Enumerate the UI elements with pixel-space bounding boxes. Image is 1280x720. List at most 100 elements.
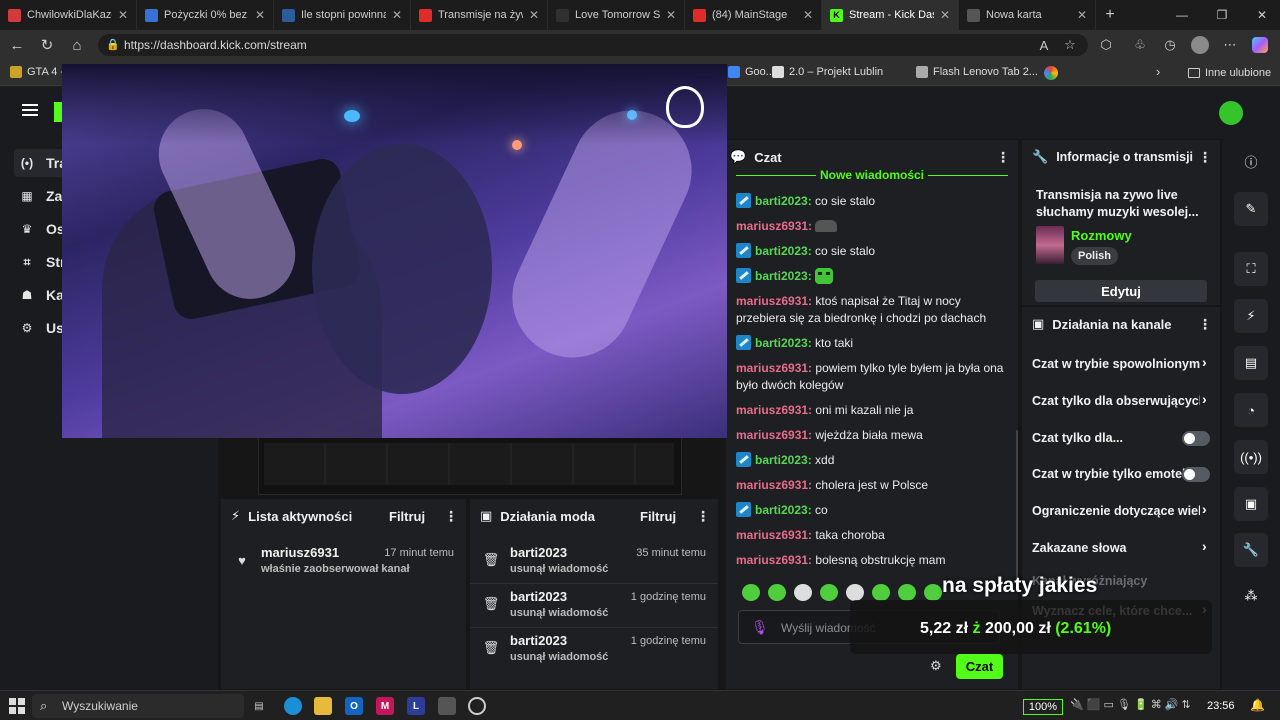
- url-field[interactable]: 🔒 https://dashboard.kick.com/stream: [98, 34, 1088, 56]
- windows-start-icon[interactable]: [8, 697, 26, 715]
- channel-action-item[interactable]: Czat tylko dla...: [1032, 431, 1200, 445]
- tray-icons[interactable]: 🔌 ⬛ ▭ 🎙 🔋 ⌘ 🔊 ⇅: [1070, 698, 1191, 711]
- chat-username[interactable]: barti2023: [755, 503, 808, 517]
- bookmark-item[interactable]: GTA 4 -: [10, 66, 64, 78]
- toggle-switch[interactable]: [1182, 431, 1210, 446]
- info-icon[interactable]: ⓘ: [1234, 144, 1268, 178]
- wrench-icon[interactable]: 🔧: [1234, 533, 1268, 567]
- outlook-icon[interactable]: O: [345, 697, 363, 715]
- mod-more-icon[interactable]: ⋮: [696, 508, 710, 525]
- chat-username[interactable]: barti2023: [755, 269, 808, 283]
- apps-icon[interactable]: ⁂: [1234, 579, 1268, 613]
- tab-close-icon[interactable]: ✕: [940, 8, 950, 22]
- bookmark-photos-icon[interactable]: [1044, 66, 1058, 80]
- bookmark-item[interactable]: Goo...: [728, 66, 775, 78]
- notification-icon[interactable]: 🔔: [1250, 698, 1265, 712]
- hamburger-menu-icon[interactable]: [22, 104, 38, 116]
- favorite-star-icon[interactable]: ☆: [1060, 35, 1080, 55]
- channel-action-item[interactable]: Zakazane słowa: [1032, 541, 1200, 555]
- copilot-icon[interactable]: [1250, 35, 1270, 55]
- chat-username[interactable]: barti2023: [755, 453, 808, 467]
- browser-tab[interactable]: Nowa karta ✕: [959, 0, 1096, 30]
- category-link[interactable]: Rozmowy: [1071, 228, 1132, 243]
- activity-filter-button[interactable]: Filtruj: [389, 509, 425, 524]
- browser-tab[interactable]: Ile stopni powinna mieć✕: [274, 0, 411, 30]
- activity-more-icon[interactable]: ⋮: [444, 508, 458, 525]
- browser-tab[interactable]: (84) MainStage ✕: [685, 0, 822, 30]
- chat-more-icon[interactable]: ⋮: [996, 149, 1010, 166]
- chat-username[interactable]: mariusz6931: [736, 219, 808, 233]
- chrome-like-icon[interactable]: [468, 697, 486, 715]
- edit-button[interactable]: Edytuj: [1035, 280, 1207, 302]
- browser-tab[interactable]: Love Tomorrow Sunrise✕: [548, 0, 685, 30]
- lightning-icon[interactable]: ⚡: [1234, 299, 1268, 333]
- history-icon[interactable]: ◷: [1160, 35, 1180, 55]
- chevron-right-icon[interactable]: ›: [1202, 501, 1207, 517]
- chevron-right-icon[interactable]: ›: [1202, 538, 1207, 554]
- microphone-icon[interactable]: 🎙: [751, 619, 769, 636]
- edge-icon[interactable]: [284, 697, 302, 715]
- chat-username[interactable]: mariusz6931: [736, 428, 808, 442]
- tab-close-icon[interactable]: ✕: [1077, 8, 1087, 22]
- task-view-icon[interactable]: ▤: [250, 697, 268, 715]
- chat-username[interactable]: mariusz6931: [736, 528, 808, 542]
- tab-close-icon[interactable]: ✕: [118, 8, 128, 22]
- channel-action-item[interactable]: Ograniczenie dotyczące wiel: [1032, 504, 1200, 518]
- bookmark-item[interactable]: Flash Lenovo Tab 2...: [916, 66, 1038, 78]
- info-more-icon[interactable]: ⋮: [1198, 149, 1212, 166]
- tab-close-icon[interactable]: ✕: [255, 8, 265, 22]
- close-window-icon[interactable]: ✕: [1242, 0, 1280, 30]
- chevron-right-icon[interactable]: ›: [1202, 354, 1207, 370]
- send-chat-button[interactable]: Czat: [956, 654, 1003, 679]
- tab-close-icon[interactable]: ✕: [392, 8, 402, 22]
- chat-username[interactable]: barti2023: [755, 194, 808, 208]
- browser-tab[interactable]: ChwilowkiDlaKazdego✕: [0, 0, 137, 30]
- home-icon[interactable]: ⌂: [62, 30, 92, 60]
- maximize-icon[interactable]: ❐: [1202, 0, 1242, 30]
- other-bookmarks[interactable]: Inne ulubione: [1188, 67, 1271, 79]
- chat-username[interactable]: mariusz6931: [736, 478, 808, 492]
- channel-action-item[interactable]: Czat w trybie spowolnionym: [1032, 357, 1200, 371]
- chat-username[interactable]: mariusz6931: [736, 294, 808, 308]
- taskbar-search[interactable]: ⌕ Wyszukiwanie: [32, 694, 244, 718]
- channel-more-icon[interactable]: ⋮: [1198, 316, 1212, 333]
- bookmarks-overflow-icon[interactable]: ›: [1156, 64, 1160, 79]
- read-aloud-icon[interactable]: A: [1034, 35, 1054, 55]
- tab-close-icon[interactable]: ✕: [529, 8, 539, 22]
- browser-tab[interactable]: KStream - Kick Dashboard✕: [822, 0, 959, 30]
- chat-scrollbar[interactable]: [1016, 430, 1018, 590]
- back-icon[interactable]: ←: [2, 30, 32, 60]
- profile-avatar-icon[interactable]: [1190, 35, 1210, 55]
- mod-filter-button[interactable]: Filtruj: [640, 509, 676, 524]
- chat-username[interactable]: mariusz6931: [736, 403, 808, 417]
- file-explorer-icon[interactable]: [314, 697, 332, 715]
- chat-username[interactable]: barti2023: [755, 336, 808, 350]
- browser-tab[interactable]: Transmisje na żywo✕: [411, 0, 548, 30]
- new-tab-button[interactable]: +: [1096, 0, 1124, 30]
- chat-settings-icon[interactable]: ⚙: [930, 658, 942, 674]
- user-avatar-icon[interactable]: [1219, 101, 1243, 125]
- chat-bubble-icon[interactable]: ◔: [1234, 393, 1268, 427]
- kick-logo-icon[interactable]: [54, 102, 62, 122]
- edit-icon[interactable]: ✎: [1234, 192, 1268, 226]
- notes-icon[interactable]: ▤: [1234, 346, 1268, 380]
- minimize-icon[interactable]: —: [1162, 0, 1202, 30]
- video-player[interactable]: [62, 64, 727, 438]
- screen-capture-icon[interactable]: ⛶: [1234, 252, 1268, 286]
- chat-username[interactable]: mariusz6931: [736, 553, 808, 567]
- channel-action-item[interactable]: Czat w trybie tylko emotek: [1032, 467, 1200, 481]
- sidebar-icon[interactable]: ♧: [1130, 35, 1150, 55]
- app-l-icon[interactable]: L: [407, 697, 425, 715]
- chat-username[interactable]: barti2023: [755, 244, 808, 258]
- chat-username[interactable]: mariusz6931: [736, 361, 808, 375]
- bookmark-item[interactable]: 2.0 – Projekt Lublin: [772, 66, 883, 78]
- more-menu-icon[interactable]: ⋯: [1220, 35, 1240, 55]
- app-m-icon[interactable]: M: [376, 697, 394, 715]
- refresh-icon[interactable]: ↻: [32, 30, 62, 60]
- layout-icon[interactable]: ▣: [1234, 487, 1268, 521]
- browser-tab[interactable]: Pożyczki 0% bez kosztów✕: [137, 0, 274, 30]
- tab-close-icon[interactable]: ✕: [666, 8, 676, 22]
- toggle-switch[interactable]: [1182, 467, 1210, 482]
- chevron-right-icon[interactable]: ›: [1202, 391, 1207, 407]
- tab-close-icon[interactable]: ✕: [803, 8, 813, 22]
